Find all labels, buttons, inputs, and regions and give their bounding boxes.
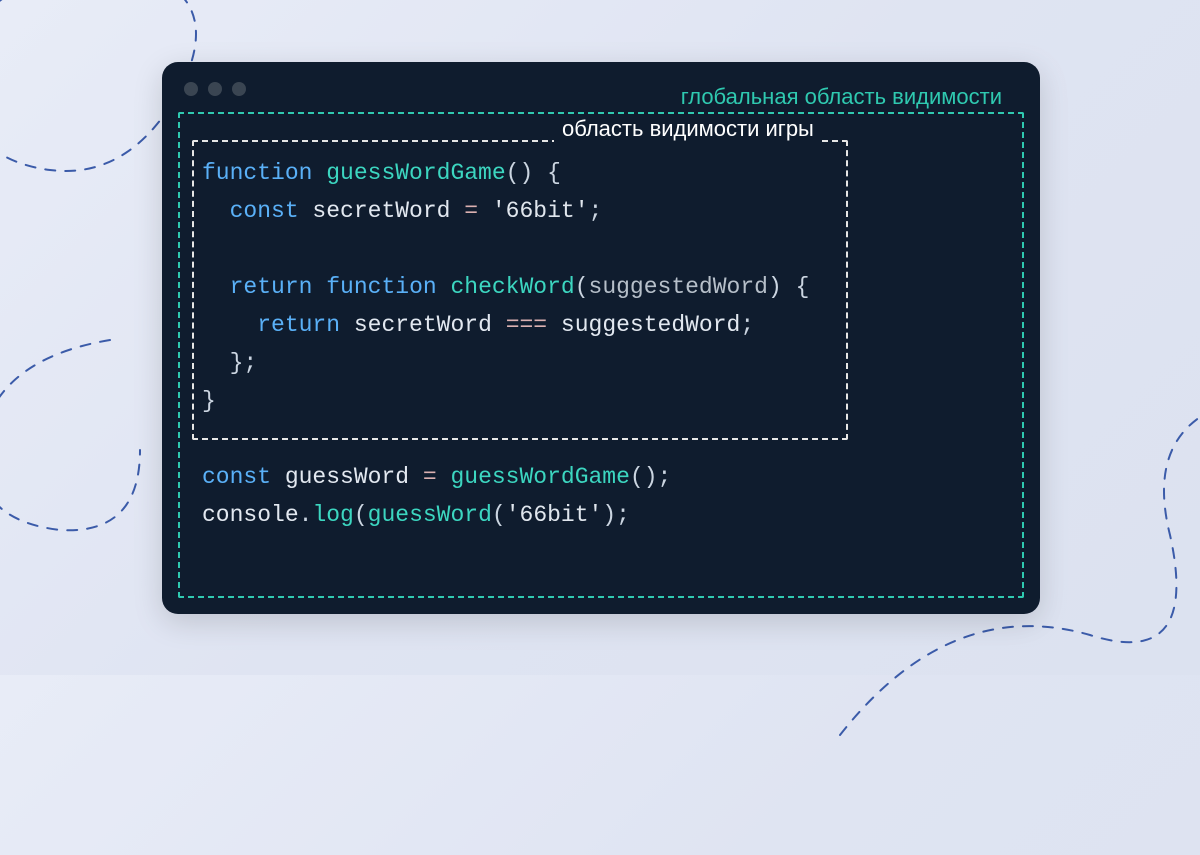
traffic-dot-icon [208, 82, 222, 96]
code-line: const secretWord = '66bit'; [202, 198, 602, 224]
code-line: } [202, 388, 216, 414]
code-window: глобальная область видимости область вид… [162, 62, 1040, 614]
code-block: function guessWordGame() { const secretW… [202, 154, 1000, 534]
code-line: function guessWordGame() { [202, 160, 561, 186]
code-line: const guessWord = guessWordGame(); [202, 464, 671, 490]
code-line: console.log(guessWord('66bit'); [202, 502, 630, 528]
code-line: return secretWord === suggestedWord; [202, 312, 754, 338]
traffic-dot-icon [184, 82, 198, 96]
global-scope-label: глобальная область видимости [675, 84, 1008, 110]
decor-mid-left [0, 330, 170, 550]
traffic-dot-icon [232, 82, 246, 96]
game-scope-label: область видимости игры [554, 116, 822, 142]
code-line: return function checkWord(suggestedWord)… [202, 274, 809, 300]
code-line: }; [202, 350, 257, 376]
window-traffic-lights [184, 82, 246, 96]
